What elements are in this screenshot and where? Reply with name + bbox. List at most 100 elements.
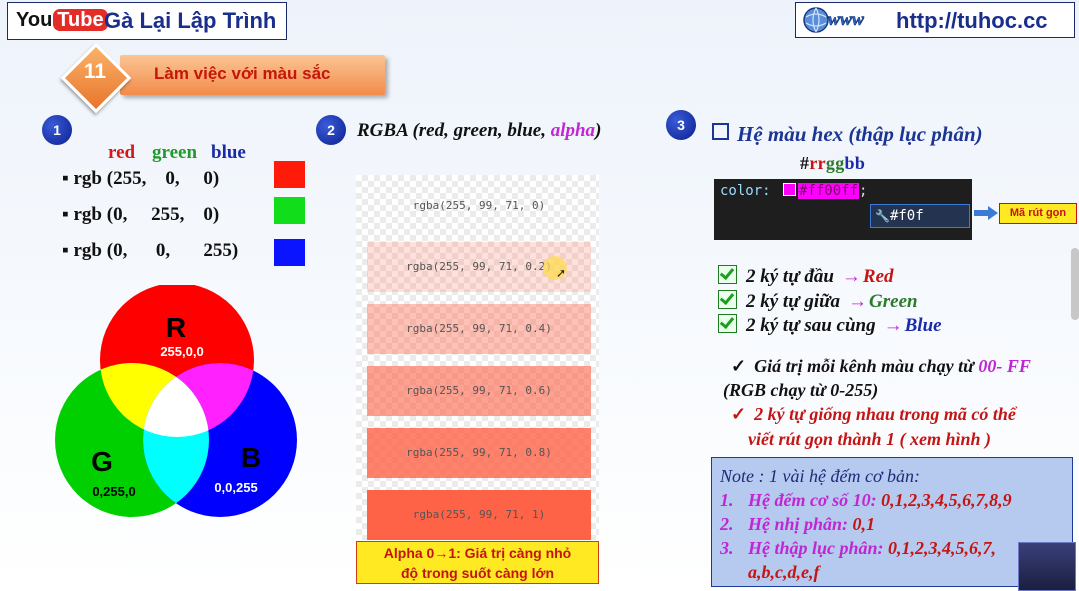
rgba-heading-alpha: alpha	[550, 120, 596, 141]
presenter-avatar-thumbnail[interactable]	[1018, 542, 1076, 591]
info-shorthand: ✓ 2 ký tự giống nhau trong mã có thể	[731, 404, 1016, 425]
rgb-line-red: ▪ rgb (255, 0, 0)	[62, 168, 219, 190]
info-shorthand-line1: 2 ký tự giống nhau trong mã có thể	[754, 404, 1016, 424]
alpha-note: Alpha 0→1: Giá trị càng nhỏ độ trong suố…	[356, 541, 599, 584]
arrow-icon: →	[848, 291, 868, 312]
rgba-row: rgba(255, 99, 71, 0)	[367, 181, 591, 231]
youtube-logo-tube: Tube	[53, 9, 108, 31]
arrow-right-icon	[974, 206, 998, 220]
wrench-icon: 🔧	[875, 209, 890, 223]
info-channel-range: ✓ Giá trị mỗi kênh màu chạy từ 00- FF	[731, 356, 1031, 377]
check-item-red: 2 ký tự đầu → Red	[718, 265, 894, 288]
note-item-value: 0,1	[852, 514, 876, 534]
checkmark-icon	[718, 314, 737, 333]
arrow-icon: →	[883, 315, 903, 336]
check-target: Green	[869, 291, 918, 312]
note-item-label: Hệ thập lục phân:	[748, 538, 889, 558]
color-swatch-icon[interactable]	[783, 183, 797, 196]
checkmark-icon	[718, 265, 737, 284]
note-item: 2. Hệ nhị phân: 0,1	[720, 514, 875, 535]
check-prefix: 2 ký tự giữa	[746, 291, 841, 312]
venn-g-label: G	[91, 446, 113, 477]
check-item-blue: 2 ký tự sau cùng → Blue	[718, 314, 942, 337]
note-item-label: Hệ đếm cơ số 10:	[748, 490, 882, 510]
venn-r-value: 255,0,0	[160, 344, 203, 359]
rgba-heading: RGBA (red, green, blue, alpha)	[357, 120, 601, 142]
site-url-box[interactable]: www http://tuhoc.cc	[795, 2, 1075, 38]
rgb-line-blue-text: rgb (0, 0, 255)	[73, 240, 239, 261]
rgba-row: rgba(255, 99, 71, 0.8)	[367, 428, 591, 478]
note-item-continuation: a,b,c,d,e,f	[748, 562, 819, 583]
note-item: 1. Hệ đếm cơ số 10: 0,1,2,3,4,5,6,7,8,9	[720, 490, 1012, 511]
rgba-row-text: rgba(255, 99, 71, 0.6)	[406, 384, 552, 397]
bullet: ▪	[62, 168, 69, 189]
checkbox-square-icon	[712, 123, 729, 140]
youtube-logo: You Tube	[16, 9, 108, 32]
rgb-line-green-text: rgb (0, 255, 0)	[73, 204, 220, 225]
rgba-heading-suffix: )	[595, 120, 602, 141]
scrollbar-handle[interactable]	[1071, 248, 1079, 320]
check-item-green: 2 ký tự giữa → Green	[718, 290, 918, 313]
swatch-blue	[274, 239, 305, 266]
note-item: 3. Hệ thập lục phân: 0,1,2,3,4,5,6,7,	[720, 538, 996, 559]
alpha-note-line1: Alpha 0→1: Giá trị càng nhỏ	[383, 545, 572, 561]
tick-icon: ✓	[731, 356, 747, 376]
section-2-badge: 2	[316, 115, 346, 145]
code-value: #ff00ff	[798, 183, 860, 199]
channel-name: Gà Lại Lập Trình	[104, 8, 277, 33]
site-url: http://tuhoc.cc	[896, 8, 1048, 33]
rgb-venn-diagram: R 255,0,0 G 0,255,0 B 0,0,255	[55, 285, 297, 517]
info-channel-range-highlight: 00- FF	[978, 356, 1031, 376]
rgba-heading-prefix: RGBA (red, green, blue,	[357, 120, 551, 141]
note-continuation-value: a,b,c,d,e,f	[748, 562, 820, 582]
code-line: color: #ff00ff;	[720, 183, 867, 199]
rgba-row: rgba(255, 99, 71, 0.4)	[367, 304, 591, 354]
section-1-badge: 1	[42, 115, 72, 145]
slide: You Tube Gà Lại Lập Trình www http://tuho…	[0, 0, 1079, 591]
channel-brand[interactable]: You Tube Gà Lại Lập Trình	[7, 2, 287, 40]
code-semicolon: ;	[859, 183, 868, 199]
hex-format-rr: rr	[809, 153, 826, 173]
swatch-red	[274, 161, 305, 188]
rgba-row-text: rgba(255, 99, 71, 0.4)	[406, 322, 552, 335]
venn-r-label: R	[166, 312, 186, 343]
venn-b-value: 0,0,255	[214, 480, 257, 495]
bullet: ▪	[62, 204, 69, 225]
info-channel-range-text: Giá trị mỗi kênh màu chạy từ	[754, 356, 979, 376]
rgba-row: rgba(255, 99, 71, 0.6)	[367, 366, 591, 416]
suggestion-text: #f0f	[889, 208, 924, 224]
note-item-label: Hệ nhị phân:	[748, 514, 853, 534]
info-rgb-range: (RGB chạy từ 0-255)	[723, 380, 879, 400]
lesson-number: 11	[83, 60, 107, 83]
note-item-number: 2.	[720, 514, 734, 534]
hex-format-hash: #	[800, 153, 810, 173]
www-text: www	[828, 9, 865, 29]
venn-g-value: 0,255,0	[92, 484, 135, 499]
autocomplete-suggestion[interactable]: 🔧#f0f	[870, 204, 970, 228]
hex-heading-text: Hệ màu hex (thập lục phân)	[737, 122, 983, 146]
short-code-label: Mã rút gọn	[999, 203, 1077, 224]
bullet: ▪	[62, 240, 69, 261]
rgb-line-blue: ▪ rgb (0, 0, 255)	[62, 240, 238, 262]
rgba-row: rgba(255, 99, 71, 1)	[367, 490, 591, 540]
venn-b-label: B	[241, 442, 261, 473]
youtube-logo-you: You	[16, 9, 53, 31]
code-property: color:	[720, 183, 771, 199]
rgba-row-text: rgba(255, 99, 71, 0.2)	[406, 260, 552, 273]
note-item-number: 3.	[720, 538, 734, 558]
note-title: Note : 1 vài hệ đếm cơ bản:	[720, 466, 921, 486]
swatch-green	[274, 197, 305, 224]
globe-www-icon: www	[803, 7, 865, 33]
header-red: red	[108, 142, 136, 163]
hex-format: #rrggbb	[800, 153, 865, 174]
rgb-line-green: ▪ rgb (0, 255, 0)	[62, 204, 219, 226]
mouse-cursor-icon: ➚	[556, 266, 567, 280]
hex-format-bb: bb	[844, 153, 866, 173]
checkmark-icon	[718, 290, 737, 309]
code-editor-snippet: color: #ff00ff; 🔧#f0f	[714, 179, 972, 240]
note-item-value: 0,1,2,3,4,5,6,7,8,9	[881, 490, 1012, 510]
rgba-row-text: rgba(255, 99, 71, 0)	[412, 199, 546, 212]
note-item-value: 0,1,2,3,4,5,6,7,	[888, 538, 997, 558]
rgba-row-text: rgba(255, 99, 71, 1)	[412, 508, 546, 521]
tick-icon: ✓	[731, 404, 747, 424]
